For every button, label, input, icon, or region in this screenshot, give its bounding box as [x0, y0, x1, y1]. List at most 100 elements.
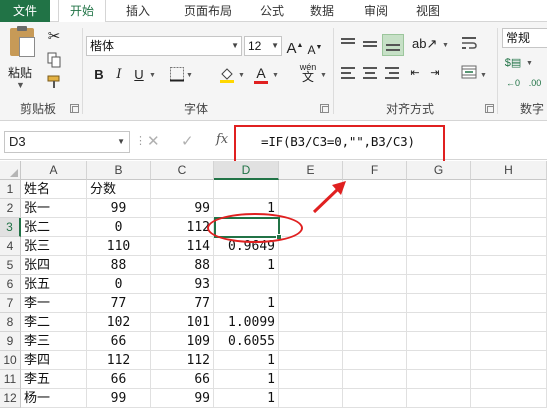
cell-c6[interactable]: 93 — [151, 275, 214, 294]
cell-f1[interactable] — [343, 180, 407, 199]
tab-page-layout[interactable]: 页面布局 — [172, 0, 244, 22]
cell-d8[interactable]: 1.0099 — [214, 313, 279, 332]
cell-f12[interactable] — [343, 389, 407, 408]
cell-h4[interactable] — [471, 237, 547, 256]
column-header-e[interactable]: E — [279, 161, 343, 180]
tab-data[interactable]: 数据 — [300, 0, 344, 22]
column-header-f[interactable]: F — [343, 161, 407, 180]
cell-e6[interactable] — [279, 275, 343, 294]
column-header-d[interactable]: D — [214, 161, 279, 180]
cell-f4[interactable] — [343, 237, 407, 256]
row-header-2[interactable]: 2 — [0, 199, 21, 218]
cell-a7[interactable]: 李一 — [21, 294, 87, 313]
cell-c1[interactable] — [151, 180, 214, 199]
cell-g9[interactable] — [407, 332, 471, 351]
cell-h7[interactable] — [471, 294, 547, 313]
row-header-9[interactable]: 9 — [0, 332, 21, 351]
bottom-align-button[interactable] — [382, 34, 404, 56]
cell-c7[interactable]: 77 — [151, 294, 214, 313]
fill-color-dropdown-icon[interactable]: ▼ — [238, 72, 245, 79]
cell-e5[interactable] — [279, 256, 343, 275]
decrease-decimal-icon[interactable]: .00 — [526, 74, 544, 92]
cell-e8[interactable] — [279, 313, 343, 332]
cell-f9[interactable] — [343, 332, 407, 351]
phonetic-guide-icon[interactable]: wén 文 — [296, 62, 320, 83]
cell-h10[interactable] — [471, 351, 547, 370]
cell-a6[interactable]: 张五 — [21, 275, 87, 294]
tab-home[interactable]: 开始 — [58, 0, 106, 23]
grow-font-icon[interactable]: A▲ — [286, 37, 304, 57]
tab-insert[interactable]: 插入 — [116, 0, 160, 22]
row-header-10[interactable]: 10 — [0, 351, 21, 370]
cell-e11[interactable] — [279, 370, 343, 389]
cell-f5[interactable] — [343, 256, 407, 275]
orientation-dropdown-icon[interactable]: ▼ — [442, 42, 449, 49]
middle-align-button[interactable] — [362, 36, 380, 54]
cell-g3[interactable] — [407, 218, 471, 237]
cell-a9[interactable]: 李三 — [21, 332, 87, 351]
cell-g6[interactable] — [407, 275, 471, 294]
alignment-launcher-icon[interactable] — [485, 104, 494, 113]
cell-f10[interactable] — [343, 351, 407, 370]
italic-button[interactable]: I — [110, 66, 128, 84]
number-format-box[interactable]: 常规 — [502, 28, 547, 48]
cell-g4[interactable] — [407, 237, 471, 256]
underline-button[interactable]: U — [130, 66, 148, 84]
cell-d9[interactable]: 0.6055 — [214, 332, 279, 351]
borders-icon[interactable] — [168, 66, 186, 84]
decrease-indent-icon[interactable]: ⇤ — [406, 64, 424, 82]
cell-c2[interactable]: 99 — [151, 199, 214, 218]
cell-d1[interactable] — [214, 180, 279, 199]
tab-formulas[interactable]: 公式 — [250, 0, 294, 22]
copy-icon[interactable] — [45, 52, 63, 70]
cell-a3[interactable]: 张二 — [21, 218, 87, 237]
cell-h8[interactable] — [471, 313, 547, 332]
cell-h2[interactable] — [471, 199, 547, 218]
cell-b5[interactable]: 88 — [87, 256, 151, 275]
cell-c5[interactable]: 88 — [151, 256, 214, 275]
confirm-entry-icon[interactable]: ✓ — [181, 132, 194, 150]
underline-dropdown-icon[interactable]: ▼ — [149, 72, 156, 79]
cell-h5[interactable] — [471, 256, 547, 275]
font-color-icon[interactable]: A — [252, 64, 270, 84]
column-header-g[interactable]: G — [407, 161, 471, 180]
cell-a10[interactable]: 李四 — [21, 351, 87, 370]
cell-c3[interactable]: 112 — [151, 218, 214, 237]
cell-f3[interactable] — [343, 218, 407, 237]
row-header-6[interactable]: 6 — [0, 275, 21, 294]
row-header-5[interactable]: 5 — [0, 256, 21, 275]
cell-b2[interactable]: 99 — [87, 199, 151, 218]
cell-c8[interactable]: 101 — [151, 313, 214, 332]
tab-file[interactable]: 文件 — [0, 0, 50, 22]
shrink-font-icon[interactable]: A▼ — [306, 39, 324, 57]
clipboard-launcher-icon[interactable] — [70, 104, 79, 113]
cell-g5[interactable] — [407, 256, 471, 275]
cell-f2[interactable] — [343, 199, 407, 218]
cell-c4[interactable]: 114 — [151, 237, 214, 256]
cell-d5[interactable]: 1 — [214, 256, 279, 275]
increase-indent-icon[interactable]: ⇥ — [426, 64, 444, 82]
name-box[interactable]: D3 ▼ — [4, 131, 130, 153]
formula-bar-grip-icon[interactable]: ⋮ — [135, 134, 146, 147]
column-header-h[interactable]: H — [471, 161, 547, 180]
accounting-dropdown-icon[interactable]: ▼ — [526, 60, 533, 67]
orientation-icon[interactable]: ab↗ — [412, 35, 437, 53]
cell-f8[interactable] — [343, 313, 407, 332]
cell-e4[interactable] — [279, 237, 343, 256]
cell-f11[interactable] — [343, 370, 407, 389]
cell-g7[interactable] — [407, 294, 471, 313]
cell-a8[interactable]: 李二 — [21, 313, 87, 332]
cell-d10[interactable]: 1 — [214, 351, 279, 370]
cell-e10[interactable] — [279, 351, 343, 370]
cell-b1[interactable]: 分数 — [87, 180, 151, 199]
row-header-1[interactable]: 1 — [0, 180, 21, 199]
cell-e1[interactable] — [279, 180, 343, 199]
cancel-entry-icon[interactable]: ✕ — [147, 132, 160, 150]
tab-view[interactable]: 视图 — [406, 0, 450, 22]
cell-e2[interactable] — [279, 199, 343, 218]
row-header-12[interactable]: 12 — [0, 389, 21, 408]
font-size-box[interactable]: 12 ▼ — [244, 36, 282, 56]
row-header-11[interactable]: 11 — [0, 370, 21, 389]
accounting-format-icon[interactable]: $▤ — [504, 54, 522, 72]
cell-g12[interactable] — [407, 389, 471, 408]
